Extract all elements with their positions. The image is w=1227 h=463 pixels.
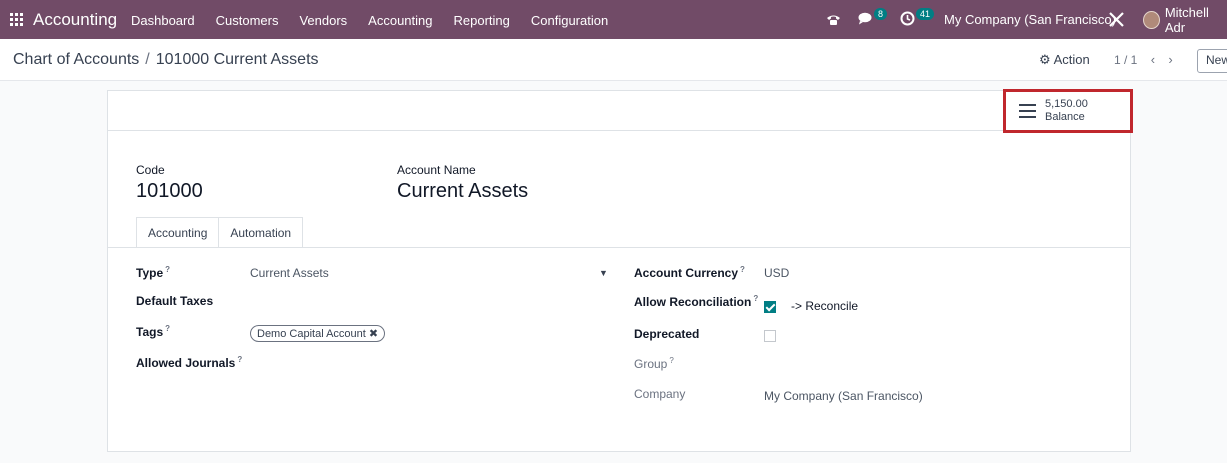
account-currency-label-text: Account Currency xyxy=(634,266,739,280)
company-label: Company xyxy=(634,387,686,401)
tags-label-text: Tags xyxy=(136,325,164,339)
type-label-text: Type xyxy=(136,266,164,280)
tag-pill[interactable]: Demo Capital Account ✖ xyxy=(250,324,386,342)
account-name-label: Account Name xyxy=(397,163,476,177)
gear-icon: ⚙ xyxy=(1039,52,1051,67)
new-button[interactable]: New xyxy=(1197,49,1227,73)
type-label: Type? xyxy=(136,265,170,280)
help-icon[interactable]: ? xyxy=(669,356,673,365)
account-currency-label: Account Currency? xyxy=(634,265,745,280)
action-menu-button[interactable]: ⚙ Action xyxy=(1039,52,1090,68)
chat-icon xyxy=(858,12,873,28)
tags-label: Tags? xyxy=(136,324,170,339)
group-label-text: Group xyxy=(634,357,668,371)
balance-value: 5,150.00 xyxy=(1045,98,1088,110)
debug-tools-icon[interactable] xyxy=(1108,0,1125,39)
company-value[interactable]: My Company (San Francisco) xyxy=(764,389,923,403)
menu-item-customers[interactable]: Customers xyxy=(216,13,279,28)
chevron-right-icon[interactable]: › xyxy=(1168,52,1172,67)
close-icon[interactable]: ✖ xyxy=(369,328,378,340)
avatar xyxy=(1143,10,1160,29)
menu-item-dashboard[interactable]: Dashboard xyxy=(131,13,195,28)
control-panel: Chart of Accounts/101000 Current Assets … xyxy=(0,39,1227,81)
user-menu[interactable]: Mitchell Adr xyxy=(1143,0,1227,39)
activities-button[interactable]: 41 xyxy=(900,0,935,39)
allow-reconciliation-label-text: Allow Reconciliation xyxy=(634,295,752,309)
allowed-journals-label-text: Allowed Journals xyxy=(136,356,236,370)
code-value[interactable]: 101000 xyxy=(136,180,203,203)
checkbox-checked-icon xyxy=(764,300,776,313)
user-name: Mitchell Adr xyxy=(1164,4,1209,35)
chevron-left-icon[interactable]: ‹ xyxy=(1151,52,1155,67)
help-icon[interactable]: ? xyxy=(165,265,170,274)
breadcrumb-parent[interactable]: Chart of Accounts xyxy=(13,51,139,68)
code-label: Code xyxy=(136,163,165,177)
tab-accounting[interactable]: Accounting xyxy=(136,217,220,248)
breadcrumb-current: 101000 Current Assets xyxy=(155,51,319,68)
default-taxes-label: Default Taxes xyxy=(136,294,214,308)
menu-item-vendors[interactable]: Vendors xyxy=(299,13,347,28)
balance-stat-button[interactable]: 5,150.00 Balance xyxy=(1003,89,1133,133)
tab-divider xyxy=(108,247,1130,248)
help-icon[interactable]: ? xyxy=(165,324,170,333)
deprecated-label: Deprecated xyxy=(634,327,700,341)
allow-reconciliation-label: Allow Reconciliation? xyxy=(634,294,758,309)
button-box: 5,150.00 Balance xyxy=(108,89,1133,133)
pager: 1 / 1 ‹ › xyxy=(1114,52,1173,67)
company-switcher[interactable]: My Company (San Francisco) xyxy=(944,0,1116,39)
type-select-value[interactable]: Current Assets xyxy=(250,266,329,280)
pager-value[interactable]: 1 / 1 xyxy=(1114,53,1137,67)
main-menu: Dashboard Customers Vendors Accounting R… xyxy=(131,13,629,28)
breadcrumb: Chart of Accounts / 101000 Current Assets xyxy=(13,51,319,69)
group-label: Group? xyxy=(634,356,674,371)
help-icon[interactable]: ? xyxy=(753,294,758,303)
balance-label: Balance xyxy=(1045,111,1085,123)
bars-icon xyxy=(1019,104,1036,118)
checkbox-unchecked-icon xyxy=(764,329,776,342)
form-sheet: 5,150.00 Balance Code 101000 Account Nam… xyxy=(107,89,1133,452)
allow-reconciliation-checkbox[interactable] xyxy=(764,298,776,316)
breadcrumb-separator: / xyxy=(145,51,150,68)
caret-down-icon[interactable]: ▼ xyxy=(599,268,608,278)
menu-item-reporting[interactable]: Reporting xyxy=(454,13,510,28)
help-icon[interactable]: ? xyxy=(740,265,745,274)
tag-label: Demo Capital Account xyxy=(257,328,366,340)
menu-item-accounting[interactable]: Accounting xyxy=(368,13,432,28)
account-currency-value[interactable]: USD xyxy=(764,266,789,280)
tab-automation[interactable]: Automation xyxy=(219,217,304,248)
deprecated-checkbox[interactable] xyxy=(764,327,776,345)
menu-item-configuration[interactable]: Configuration xyxy=(531,13,608,28)
help-icon[interactable]: ? xyxy=(237,355,242,364)
reconcile-link[interactable]: -> Reconcile xyxy=(791,299,858,313)
allowed-journals-label: Allowed Journals? xyxy=(136,355,242,370)
phone-icon[interactable] xyxy=(826,0,841,39)
notebook-tabs: Accounting Automation xyxy=(136,217,304,248)
messages-button[interactable]: 8 xyxy=(858,0,888,39)
action-label: Action xyxy=(1053,52,1090,67)
account-name-value[interactable]: Current Assets xyxy=(397,180,528,203)
app-name[interactable]: Accounting xyxy=(33,10,117,30)
activities-count-badge: 41 xyxy=(916,7,935,20)
top-navbar: Accounting Dashboard Customers Vendors A… xyxy=(0,0,1227,39)
messages-count-badge: 8 xyxy=(874,7,888,20)
apps-grid-icon[interactable] xyxy=(10,13,23,26)
clock-icon xyxy=(900,11,915,29)
